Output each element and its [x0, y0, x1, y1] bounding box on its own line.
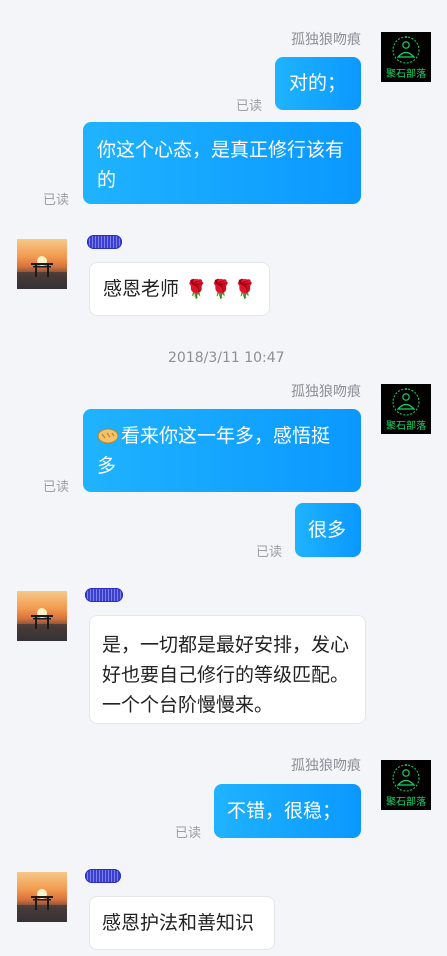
sunset-torii-image — [17, 256, 67, 289]
message-bubble-other[interactable]: 感恩护法和善知识 — [89, 896, 275, 950]
rose-icon: 🌹🌹🌹 — [185, 279, 259, 300]
sunset-torii-image — [17, 889, 67, 922]
contact-avatar[interactable] — [17, 239, 67, 289]
timestamp: 2018/3/11 10:47 — [168, 350, 285, 366]
message-text: 感恩老师 — [103, 278, 180, 300]
avatar-seal-text: 聚石部落 — [386, 421, 426, 432]
message-text: 看来你这一年多，感悟挺多 — [97, 425, 331, 477]
redacted-name — [87, 235, 122, 249]
message-text: 感恩护法和善知识 — [102, 912, 255, 934]
message-bubble-mine[interactable]: 对的； — [275, 57, 361, 110]
sender-name: 孤独狼吻痕 — [291, 758, 361, 774]
read-receipt: 已读 — [43, 480, 70, 495]
redacted-name — [85, 588, 123, 602]
contact-avatar[interactable] — [17, 591, 67, 641]
message-bubble-other[interactable]: 是，一切都是最好安排，发心好也要自己修行的等级匹配。一个个台阶慢慢来。 — [89, 615, 366, 724]
sunset-torii-image — [17, 608, 67, 641]
redacted-name — [85, 869, 121, 883]
my-avatar[interactable]: 聚石部落 — [381, 32, 431, 82]
read-receipt: 已读 — [236, 99, 263, 114]
avatar-seal-text: 聚石部落 — [386, 797, 426, 808]
message-bubble-mine[interactable]: 很多 — [295, 503, 361, 557]
avatar-seal-text: 聚石部落 — [386, 69, 426, 80]
message-bubble-mine[interactable]: 你这个心态，是真正修行该有的 — [83, 122, 361, 204]
bread-icon — [97, 428, 119, 444]
my-avatar[interactable]: 聚石部落 — [381, 384, 431, 434]
message-bubble-mine[interactable]: 不错，很稳； — [214, 784, 361, 838]
sender-name: 孤独狼吻痕 — [291, 384, 361, 400]
message-bubble-mine[interactable]: 看来你这一年多，感悟挺多 — [83, 409, 361, 492]
message-text: 不错，很稳； — [227, 800, 342, 822]
read-receipt: 已读 — [43, 193, 70, 208]
message-text: 你这个心态，是真正修行该有的 — [97, 139, 345, 191]
my-avatar[interactable]: 聚石部落 — [381, 760, 431, 810]
message-bubble-other[interactable]: 感恩老师 🌹🌹🌹 — [89, 262, 270, 316]
read-receipt: 已读 — [256, 545, 283, 560]
message-text: 对的； — [289, 72, 347, 94]
read-receipt: 已读 — [175, 826, 202, 841]
message-text: 很多 — [308, 519, 347, 541]
contact-avatar[interactable] — [17, 872, 67, 922]
sender-name: 孤独狼吻痕 — [291, 32, 361, 48]
message-text: 是，一切都是最好安排，发心好也要自己修行的等级匹配。一个个台阶慢慢来。 — [102, 634, 350, 716]
